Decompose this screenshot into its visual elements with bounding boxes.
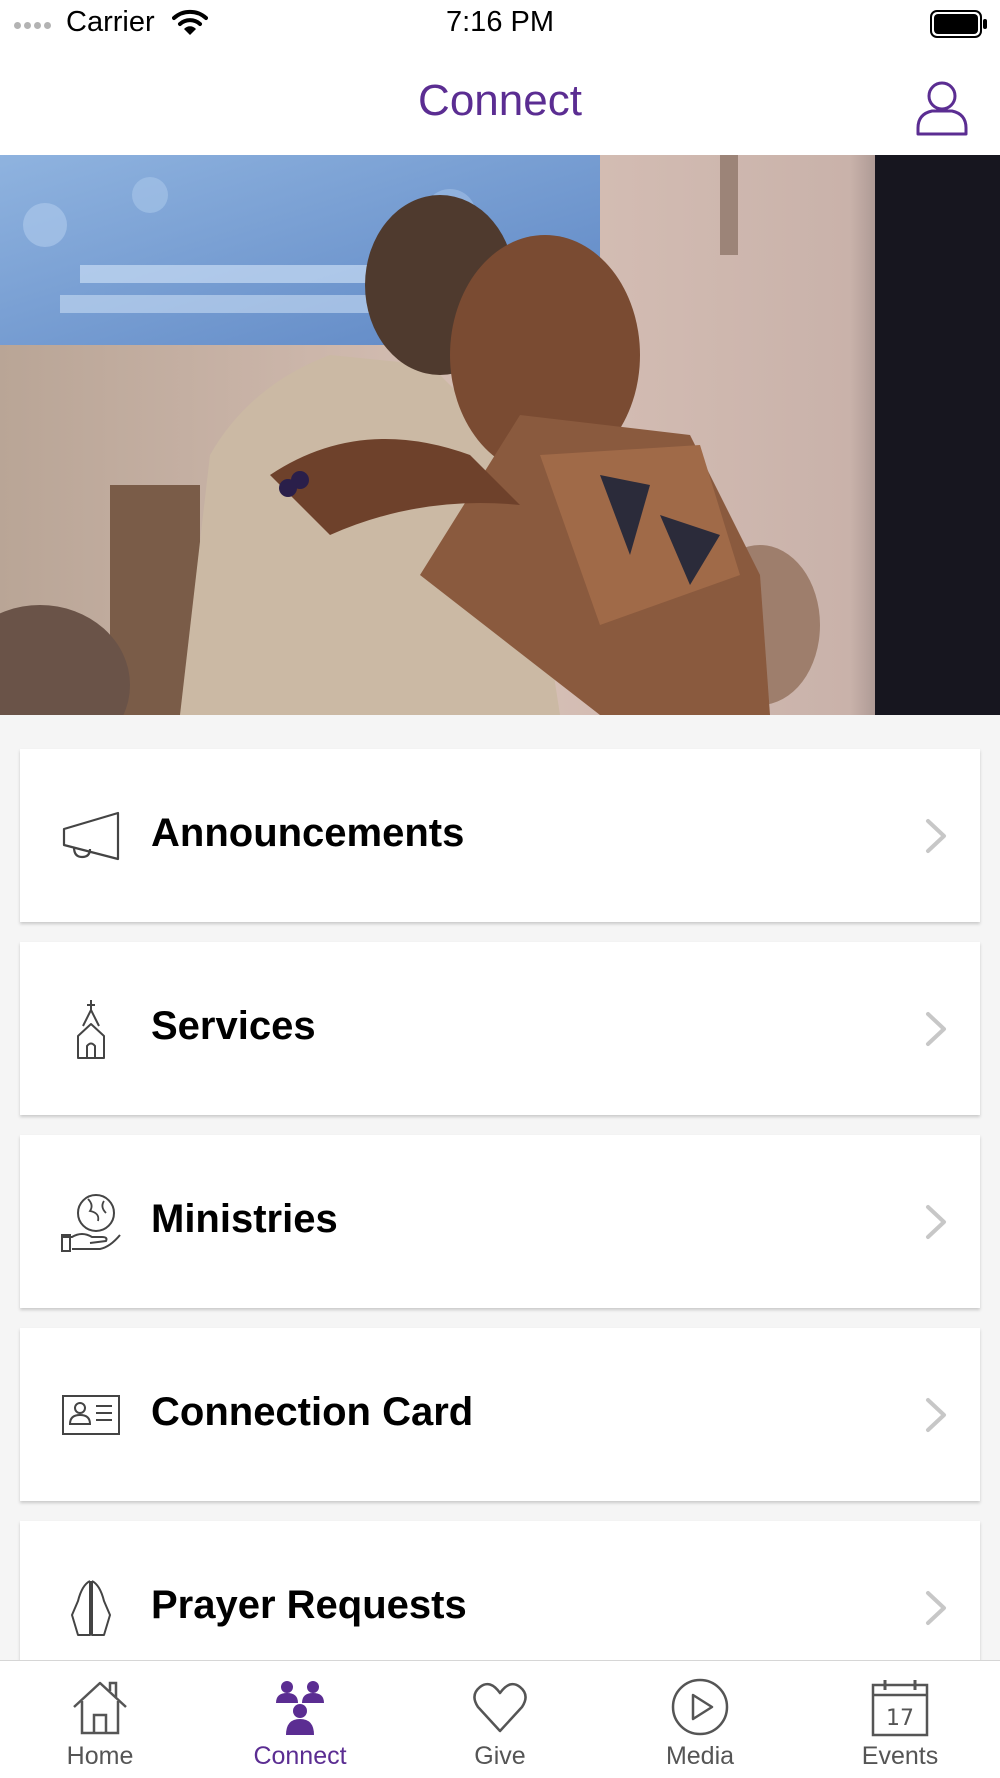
menu-item-label: Services [151,1004,316,1048]
chevron-right-icon [926,1398,946,1432]
tab-label: Events [861,1742,939,1770]
tab-label: Connect [253,1742,347,1770]
chevron-right-icon [926,1205,946,1239]
calendar-icon: 17 [871,1680,929,1737]
chevron-right-icon [926,1012,946,1046]
play-icon [671,1678,729,1736]
heart-icon [473,1682,527,1733]
home-icon [73,1681,127,1735]
tab-label: Media [665,1742,735,1770]
globe-in-hand-icon [61,1194,121,1252]
tab-label: Give [474,1742,526,1770]
tab-events[interactable]: 17 Events [800,1661,1000,1778]
menu-item-connection-card[interactable]: Connection Card [20,1328,980,1501]
chevron-right-icon [926,1591,946,1625]
menu-item-label: Connection Card [151,1390,474,1434]
megaphone-icon [62,811,120,861]
chevron-right-icon [926,819,946,853]
id-card-icon [62,1395,120,1435]
hero-photo [0,155,1000,715]
clock-time: 7:16 PM [446,6,554,38]
page-title: Connect [418,76,582,125]
user-profile-icon[interactable] [912,78,972,138]
status-bar: Carrier 7:16 PM [0,0,1000,50]
praying-hands-icon [71,1580,111,1636]
menu-item-announcements[interactable]: Announcements [20,749,980,922]
people-icon [276,1681,324,1735]
tab-home[interactable]: Home [0,1661,200,1778]
navigation-bar: Connect [0,50,1000,155]
hero-illustration [0,155,1000,715]
menu-item-services[interactable]: Services [20,942,980,1115]
calendar-day-number: 17 [886,1706,914,1731]
menu-item-label: Ministries [151,1197,338,1241]
menu-item-label: Announcements [151,811,465,855]
battery-icon [930,10,987,38]
tab-bar: Home Connect Give Media 17 Events [0,1660,1000,1778]
tab-connect[interactable]: Connect [200,1661,400,1778]
menu-item-label: Prayer Requests [151,1583,467,1627]
tab-label: Home [66,1742,134,1770]
church-icon [77,1000,105,1059]
tab-media[interactable]: Media [600,1661,800,1778]
menu-item-ministries[interactable]: Ministries [20,1135,980,1308]
tab-give[interactable]: Give [400,1661,600,1778]
